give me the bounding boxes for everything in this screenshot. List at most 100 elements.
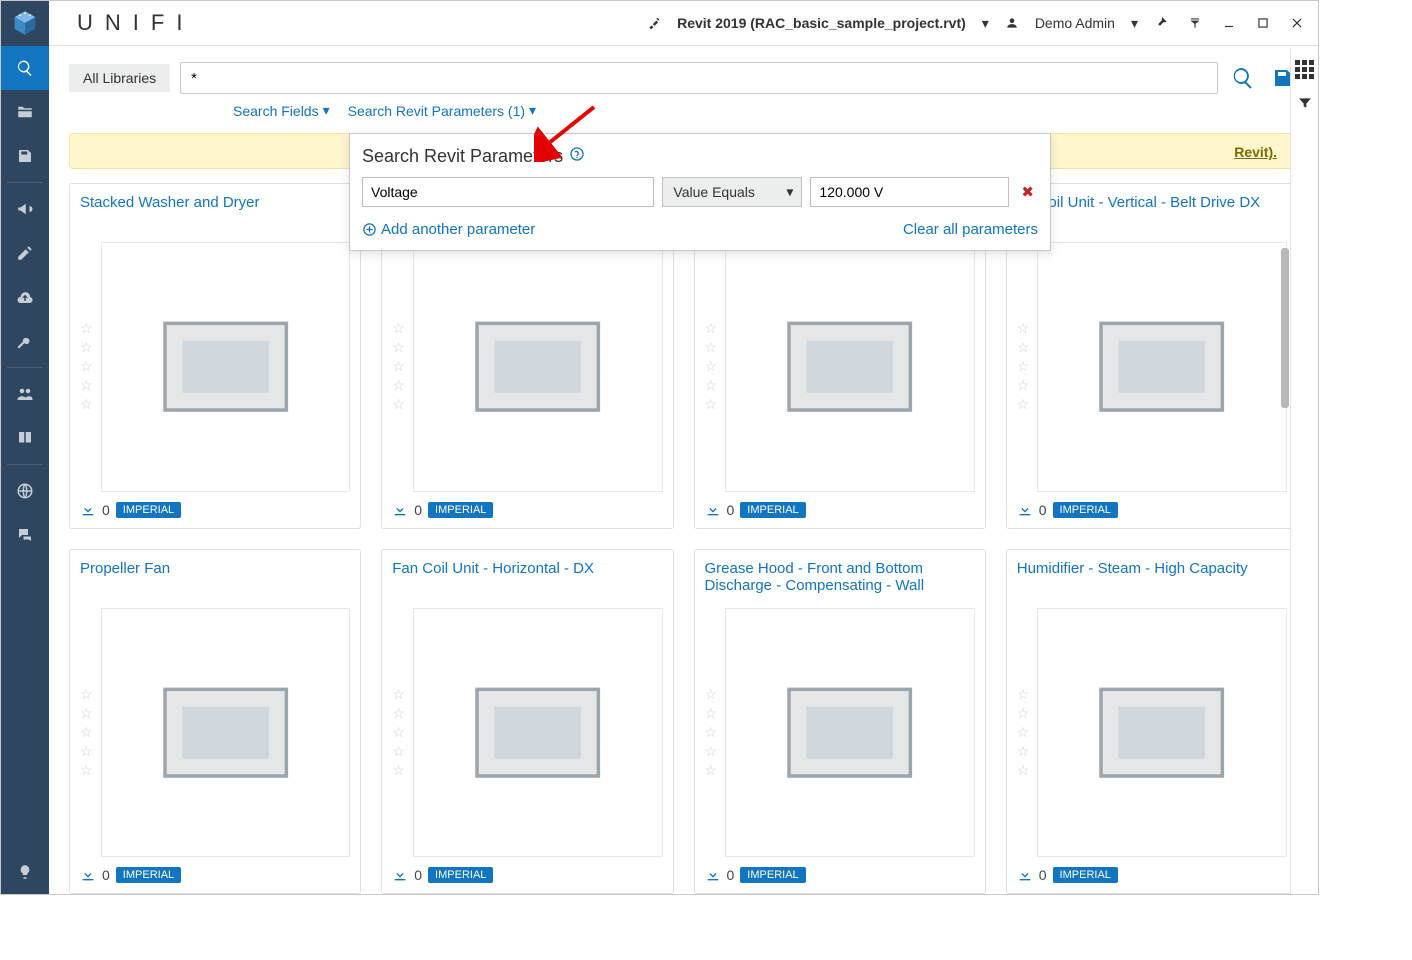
result-card: Propeller Fan ☆ ☆ ☆ ☆ ☆ 0 IMPERIAL	[69, 549, 361, 894]
caret-down-icon: ▾	[529, 102, 536, 119]
download-icon[interactable]	[1017, 867, 1033, 883]
star-icon: ☆	[80, 358, 93, 375]
download-icon[interactable]	[392, 867, 408, 883]
unit-badge: IMPERIAL	[1053, 502, 1118, 518]
user-menu[interactable]: Demo Admin	[1035, 15, 1115, 31]
clear-parameters-link[interactable]: Clear all parameters	[903, 221, 1038, 238]
user-icon	[1001, 12, 1023, 34]
param-operator-select[interactable]: Value Equals ▾	[662, 177, 802, 207]
result-card: Stacked Washer and Dryer ☆ ☆ ☆ ☆ ☆ 0 IMP…	[69, 183, 361, 529]
star-icon: ☆	[80, 320, 93, 337]
sidebar-item-upload[interactable]	[1, 275, 49, 319]
filter-icon[interactable]	[1297, 95, 1313, 114]
search-button[interactable]	[1228, 63, 1258, 93]
card-thumbnail[interactable]	[1037, 608, 1287, 858]
search-revit-params-dropdown[interactable]: Search Revit Parameters (1) ▾	[348, 102, 536, 119]
rating-stars[interactable]: ☆ ☆ ☆ ☆ ☆	[80, 608, 93, 858]
all-libraries-button[interactable]: All Libraries	[69, 64, 170, 92]
caret-down-icon: ▾	[323, 102, 330, 119]
sidebar-item-users[interactable]	[1, 372, 49, 416]
star-icon: ☆	[392, 705, 405, 722]
rating-stars[interactable]: ☆ ☆ ☆ ☆ ☆	[705, 608, 718, 858]
rating-stars[interactable]: ☆ ☆ ☆ ☆ ☆	[1017, 242, 1030, 492]
card-thumbnail[interactable]	[1037, 242, 1287, 492]
star-icon: ☆	[705, 762, 718, 779]
download-icon[interactable]	[1017, 502, 1033, 518]
help-icon[interactable]	[569, 146, 585, 167]
add-parameter-link[interactable]: Add another parameter	[362, 221, 535, 238]
grid-view-icon[interactable]	[1295, 60, 1314, 79]
unit-badge: IMPERIAL	[1053, 867, 1118, 883]
revit-context[interactable]: Revit 2019 (RAC_basic_sample_project.rvt…	[677, 15, 966, 31]
rating-stars[interactable]: ☆ ☆ ☆ ☆ ☆	[392, 608, 405, 858]
card-thumbnail[interactable]	[101, 608, 351, 858]
star-icon: ☆	[1017, 320, 1030, 337]
sidebar-item-globe[interactable]	[1, 469, 49, 513]
download-icon[interactable]	[80, 867, 96, 883]
sidebar-item-key[interactable]	[1, 319, 49, 363]
card-thumbnail[interactable]	[413, 242, 663, 492]
card-thumbnail[interactable]	[725, 242, 975, 492]
sidebar-item-chat[interactable]	[1, 513, 49, 557]
card-title[interactable]: Grease Hood - Front and Bottom Discharge…	[705, 560, 975, 600]
star-icon: ☆	[80, 686, 93, 703]
star-icon: ☆	[705, 377, 718, 394]
sidebar-item-search[interactable]	[1, 46, 49, 90]
rating-stars[interactable]: ☆ ☆ ☆ ☆ ☆	[705, 242, 718, 492]
sidebar-item-edit[interactable]	[1, 231, 49, 275]
star-icon: ☆	[705, 396, 718, 413]
scrollbar-thumb[interactable]	[1281, 248, 1289, 408]
remove-param-icon[interactable]: ✖	[1017, 183, 1038, 201]
star-icon: ☆	[80, 396, 93, 413]
download-icon[interactable]	[392, 502, 408, 518]
pin-icon[interactable]	[1150, 12, 1172, 34]
popover-title-text: Search Revit Parameters	[362, 146, 563, 167]
download-icon[interactable]	[705, 502, 721, 518]
rating-stars[interactable]: ☆ ☆ ☆ ☆ ☆	[1017, 608, 1030, 858]
minimize-icon[interactable]	[1218, 12, 1240, 34]
download-count: 0	[1039, 867, 1047, 883]
rating-stars[interactable]: ☆ ☆ ☆ ☆ ☆	[80, 242, 93, 492]
unit-badge: IMPERIAL	[116, 867, 181, 883]
card-thumbnail[interactable]	[725, 608, 975, 858]
star-icon: ☆	[392, 724, 405, 741]
search-fields-dropdown[interactable]: Search Fields ▾	[233, 102, 330, 119]
maximize-icon[interactable]	[1252, 12, 1274, 34]
search-input[interactable]	[180, 62, 1218, 94]
always-on-top-icon[interactable]	[1184, 12, 1206, 34]
sidebar-item-book[interactable]	[1, 416, 49, 460]
download-icon[interactable]	[80, 502, 96, 518]
sidebar-item-folder[interactable]	[1, 90, 49, 134]
star-icon: ☆	[392, 396, 405, 413]
star-icon: ☆	[705, 339, 718, 356]
card-title[interactable]: Fan Coil Unit - Horizontal - DX	[392, 560, 662, 600]
app-logo	[1, 1, 49, 46]
card-thumbnail[interactable]	[413, 608, 663, 858]
param-name-input[interactable]	[362, 177, 654, 207]
download-icon[interactable]	[705, 867, 721, 883]
popover-title: Search Revit Parameters	[362, 146, 1038, 167]
unit-badge: IMPERIAL	[740, 867, 805, 883]
card-title[interactable]: Humidifier - Steam - High Capacity	[1017, 560, 1287, 600]
card-thumbnail[interactable]	[101, 242, 351, 492]
card-title[interactable]: Propeller Fan	[80, 560, 350, 600]
banner-link[interactable]: Revit).	[1234, 134, 1277, 170]
close-icon[interactable]	[1286, 12, 1308, 34]
rating-stars[interactable]: ☆ ☆ ☆ ☆ ☆	[392, 242, 405, 492]
sidebar-item-tip[interactable]	[1, 850, 49, 894]
star-icon: ☆	[705, 724, 718, 741]
star-icon: ☆	[80, 762, 93, 779]
caret-down-icon: ▾	[982, 15, 989, 32]
star-icon: ☆	[392, 686, 405, 703]
add-parameter-label: Add another parameter	[381, 221, 535, 238]
star-icon: ☆	[392, 358, 405, 375]
card-title[interactable]: an Coil Unit - Vertical - Belt Drive DX	[1017, 194, 1287, 234]
card-title[interactable]: Stacked Washer and Dryer	[80, 194, 350, 234]
sidebar	[1, 46, 49, 894]
param-value-input[interactable]	[810, 177, 1009, 207]
sidebar-item-save[interactable]	[1, 134, 49, 178]
param-operator-label: Value Equals	[673, 184, 754, 200]
star-icon: ☆	[1017, 377, 1030, 394]
star-icon: ☆	[705, 320, 718, 337]
sidebar-item-announce[interactable]	[1, 187, 49, 231]
